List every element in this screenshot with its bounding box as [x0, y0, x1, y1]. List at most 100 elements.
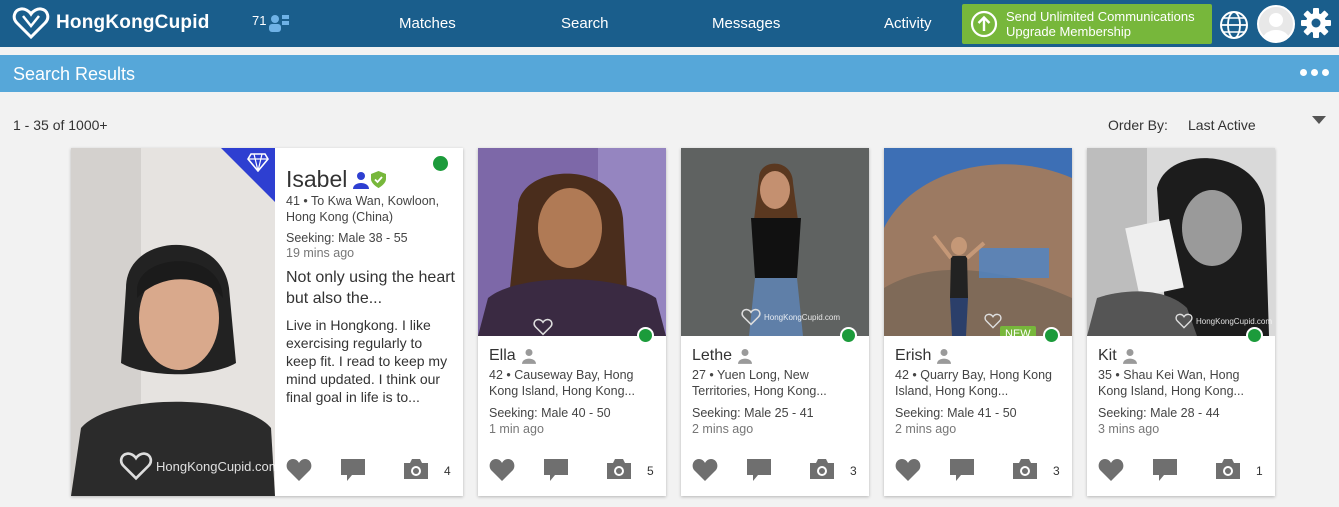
profile-photo-image — [1087, 148, 1275, 336]
like-heart-icon[interactable] — [286, 458, 312, 482]
profile-last-active: 2 mins ago — [895, 422, 957, 436]
profile-photo[interactable]: HongKongCupid.com — [681, 148, 869, 336]
profile-seeking: Seeking: Male 28 - 44 — [1098, 406, 1220, 420]
camera-icon[interactable] — [1012, 458, 1038, 480]
profile-name[interactable]: Isabel — [286, 166, 387, 193]
profile-seeking: Seeking: Male 41 - 50 — [895, 406, 1017, 420]
profile-photo[interactable]: NEW — [884, 148, 1072, 336]
brand-name: HongKongCupid — [56, 12, 210, 33]
profile-actions: 5 — [489, 458, 659, 484]
profile-location: 41 • To Kwa Wan, Kowloon, Hong Kong (Chi… — [286, 194, 440, 224]
profile-seeking: Seeking: Male 40 - 50 — [489, 406, 611, 420]
profile-card[interactable]: HongKongCupid.com Lethe 27 • Yuen Long, … — [681, 148, 869, 496]
like-heart-icon[interactable] — [692, 458, 718, 482]
photo-count: 3 — [850, 464, 857, 478]
profile-location: 42 • Quarry Bay, Hong Kong Island, Hong … — [895, 368, 1053, 398]
message-bubble-icon[interactable] — [340, 458, 366, 482]
notification-count: 71 — [252, 13, 267, 28]
page-title: Search Results — [13, 64, 136, 84]
person-icon — [937, 349, 952, 364]
online-status-indicator — [840, 327, 857, 344]
profile-name[interactable]: Erish — [895, 347, 952, 365]
message-bubble-icon[interactable] — [949, 458, 975, 482]
more-options-icon[interactable] — [1300, 69, 1329, 76]
person-icon — [1122, 349, 1137, 364]
nav-activity[interactable]: Activity — [884, 15, 932, 32]
message-bubble-icon[interactable] — [1152, 458, 1178, 482]
message-bubble-icon[interactable] — [746, 458, 772, 482]
nav-search[interactable]: Search — [561, 15, 609, 32]
profile-last-active: 19 mins ago — [286, 246, 355, 260]
watermark-heart-icon — [119, 452, 153, 481]
camera-icon[interactable] — [606, 458, 632, 480]
profile-name[interactable]: Kit — [1098, 347, 1137, 365]
search-results-header: Search Results — [0, 55, 1339, 92]
heart-logo-icon — [12, 7, 50, 40]
profile-actions: 3 — [692, 458, 862, 484]
interest-counter[interactable]: 71 — [252, 13, 290, 33]
profile-photo-image — [478, 148, 666, 336]
upgrade-membership-button[interactable]: Send Unlimited Communications Upgrade Me… — [962, 4, 1212, 44]
diamond-icon — [247, 153, 269, 172]
top-navigation-bar: HongKongCupid 71 Matches Search Messages… — [0, 0, 1339, 47]
profile-location: 42 • Causeway Bay, Hong Kong Island, Hon… — [489, 368, 635, 398]
photo-count: 3 — [1053, 464, 1060, 478]
profile-card[interactable]: NEW Erish 42 • Quarry Bay, Hong Kong Isl… — [884, 148, 1072, 496]
profile-last-active: 2 mins ago — [692, 422, 754, 436]
avatar-placeholder-icon — [1263, 13, 1289, 41]
profile-name[interactable]: Ella — [489, 347, 536, 365]
camera-icon[interactable] — [1215, 458, 1241, 480]
profile-last-active: 3 mins ago — [1098, 422, 1160, 436]
order-by-label: Order By: — [1108, 117, 1168, 133]
person-icon — [738, 349, 753, 364]
nav-matches[interactable]: Matches — [399, 15, 456, 32]
like-heart-icon[interactable] — [1098, 458, 1124, 482]
settings-gear-icon[interactable] — [1300, 7, 1332, 39]
profile-photo[interactable]: HongKongCupid.com — [71, 148, 275, 496]
online-status-indicator — [1043, 327, 1060, 344]
profile-card-featured[interactable]: HongKongCupid.com Isabel 41 • To Kwa Wan… — [71, 148, 463, 496]
brand-logo[interactable]: HongKongCupid — [12, 6, 210, 40]
camera-icon[interactable] — [403, 458, 429, 480]
user-avatar[interactable] — [1257, 5, 1295, 43]
upgrade-arrow-icon — [970, 10, 998, 38]
online-status-indicator — [433, 156, 448, 171]
profile-bio: Live in Hongkong. I like exercising regu… — [286, 317, 448, 405]
person-icon — [521, 349, 536, 364]
profile-actions: 4 — [286, 458, 456, 484]
profile-card[interactable]: HongKongCupid.com Kit 35 • Shau Kei Wan,… — [1087, 148, 1275, 496]
online-status-indicator — [637, 327, 654, 344]
order-by-select[interactable]: Last Active — [1188, 117, 1256, 133]
profile-photo[interactable]: HongKongCupid.com — [1087, 148, 1275, 336]
profile-card[interactable]: Ella 42 • Causeway Bay, Hong Kong Island… — [478, 148, 666, 496]
profile-name[interactable]: Lethe — [692, 347, 753, 365]
profile-seeking: Seeking: Male 25 - 41 — [692, 406, 814, 420]
results-count: 1 - 35 of 1000+ — [13, 117, 108, 133]
profile-actions: 3 — [895, 458, 1065, 484]
message-bubble-icon[interactable] — [543, 458, 569, 482]
watermark-heart-icon — [533, 318, 553, 336]
users-icon — [269, 15, 290, 32]
nav-messages[interactable]: Messages — [712, 15, 780, 32]
like-heart-icon[interactable] — [489, 458, 515, 482]
watermark-heart-icon — [741, 308, 761, 326]
online-status-indicator — [1246, 327, 1263, 344]
photo-count: 1 — [1256, 464, 1263, 478]
camera-icon[interactable] — [809, 458, 835, 480]
photo-count: 5 — [647, 464, 654, 478]
profile-photo[interactable] — [478, 148, 666, 336]
verified-shield-icon — [371, 171, 387, 188]
profile-photo-image — [884, 148, 1072, 336]
language-globe-icon[interactable] — [1218, 9, 1250, 41]
upgrade-line-2: Upgrade Membership — [1006, 24, 1132, 39]
like-heart-icon[interactable] — [895, 458, 921, 482]
profile-seeking: Seeking: Male 38 - 55 — [286, 231, 408, 245]
profile-last-active: 1 min ago — [489, 422, 544, 436]
photo-watermark: HongKongCupid.com — [119, 451, 275, 481]
new-badge: NEW — [1000, 326, 1036, 336]
order-by-dropdown-arrow-icon[interactable] — [1312, 116, 1326, 124]
profile-location: 35 • Shau Kei Wan, Hong Kong Island, Hon… — [1098, 368, 1244, 398]
watermark-heart-icon — [1175, 313, 1193, 329]
profile-actions: 1 — [1098, 458, 1268, 484]
profile-headline: Not only using the heart but also the... — [286, 269, 455, 307]
